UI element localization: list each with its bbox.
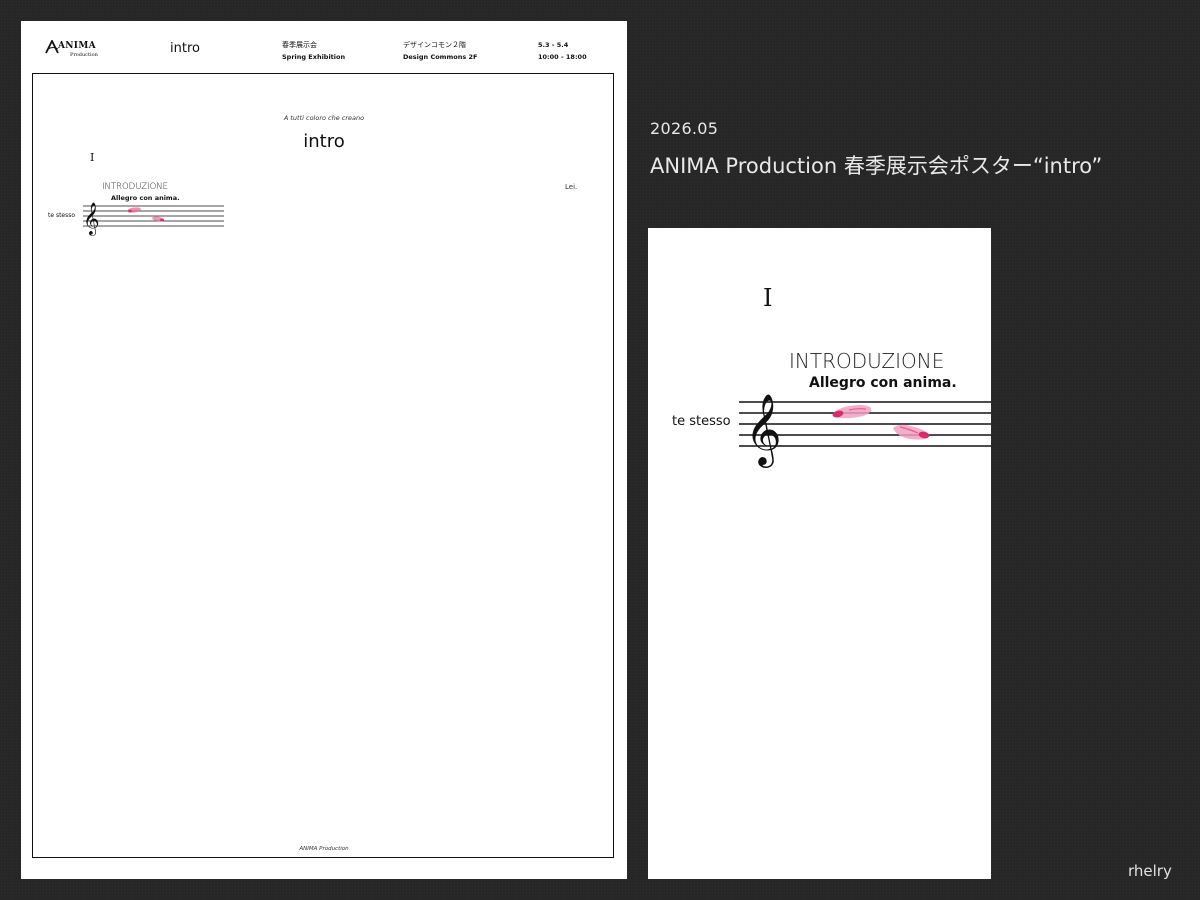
- post-date: 2026.05: [650, 119, 719, 138]
- detail-crop: I INTRODUZIONE Allegro con anima. te ste…: [648, 228, 991, 879]
- pink-note-icon: [127, 207, 164, 222]
- staff-lines: [83, 205, 224, 227]
- post-title: ANIMA Production 春季展示会ポスター“intro”: [650, 154, 1103, 178]
- detail-treble-clef-icon: 𝄞: [745, 392, 782, 468]
- poster-staff: 𝄞: [83, 202, 576, 236]
- artist-signature: rhelry: [1128, 862, 1172, 880]
- footer-credit: ANIMA Production: [299, 846, 349, 852]
- staff-fading-lines: [226, 205, 576, 227]
- treble-clef-icon: 𝄞: [83, 202, 100, 236]
- detail-staff: 𝄞: [739, 392, 991, 468]
- poster: ANIMA Production intro 春季展示会 Spring Exhi…: [21, 21, 627, 879]
